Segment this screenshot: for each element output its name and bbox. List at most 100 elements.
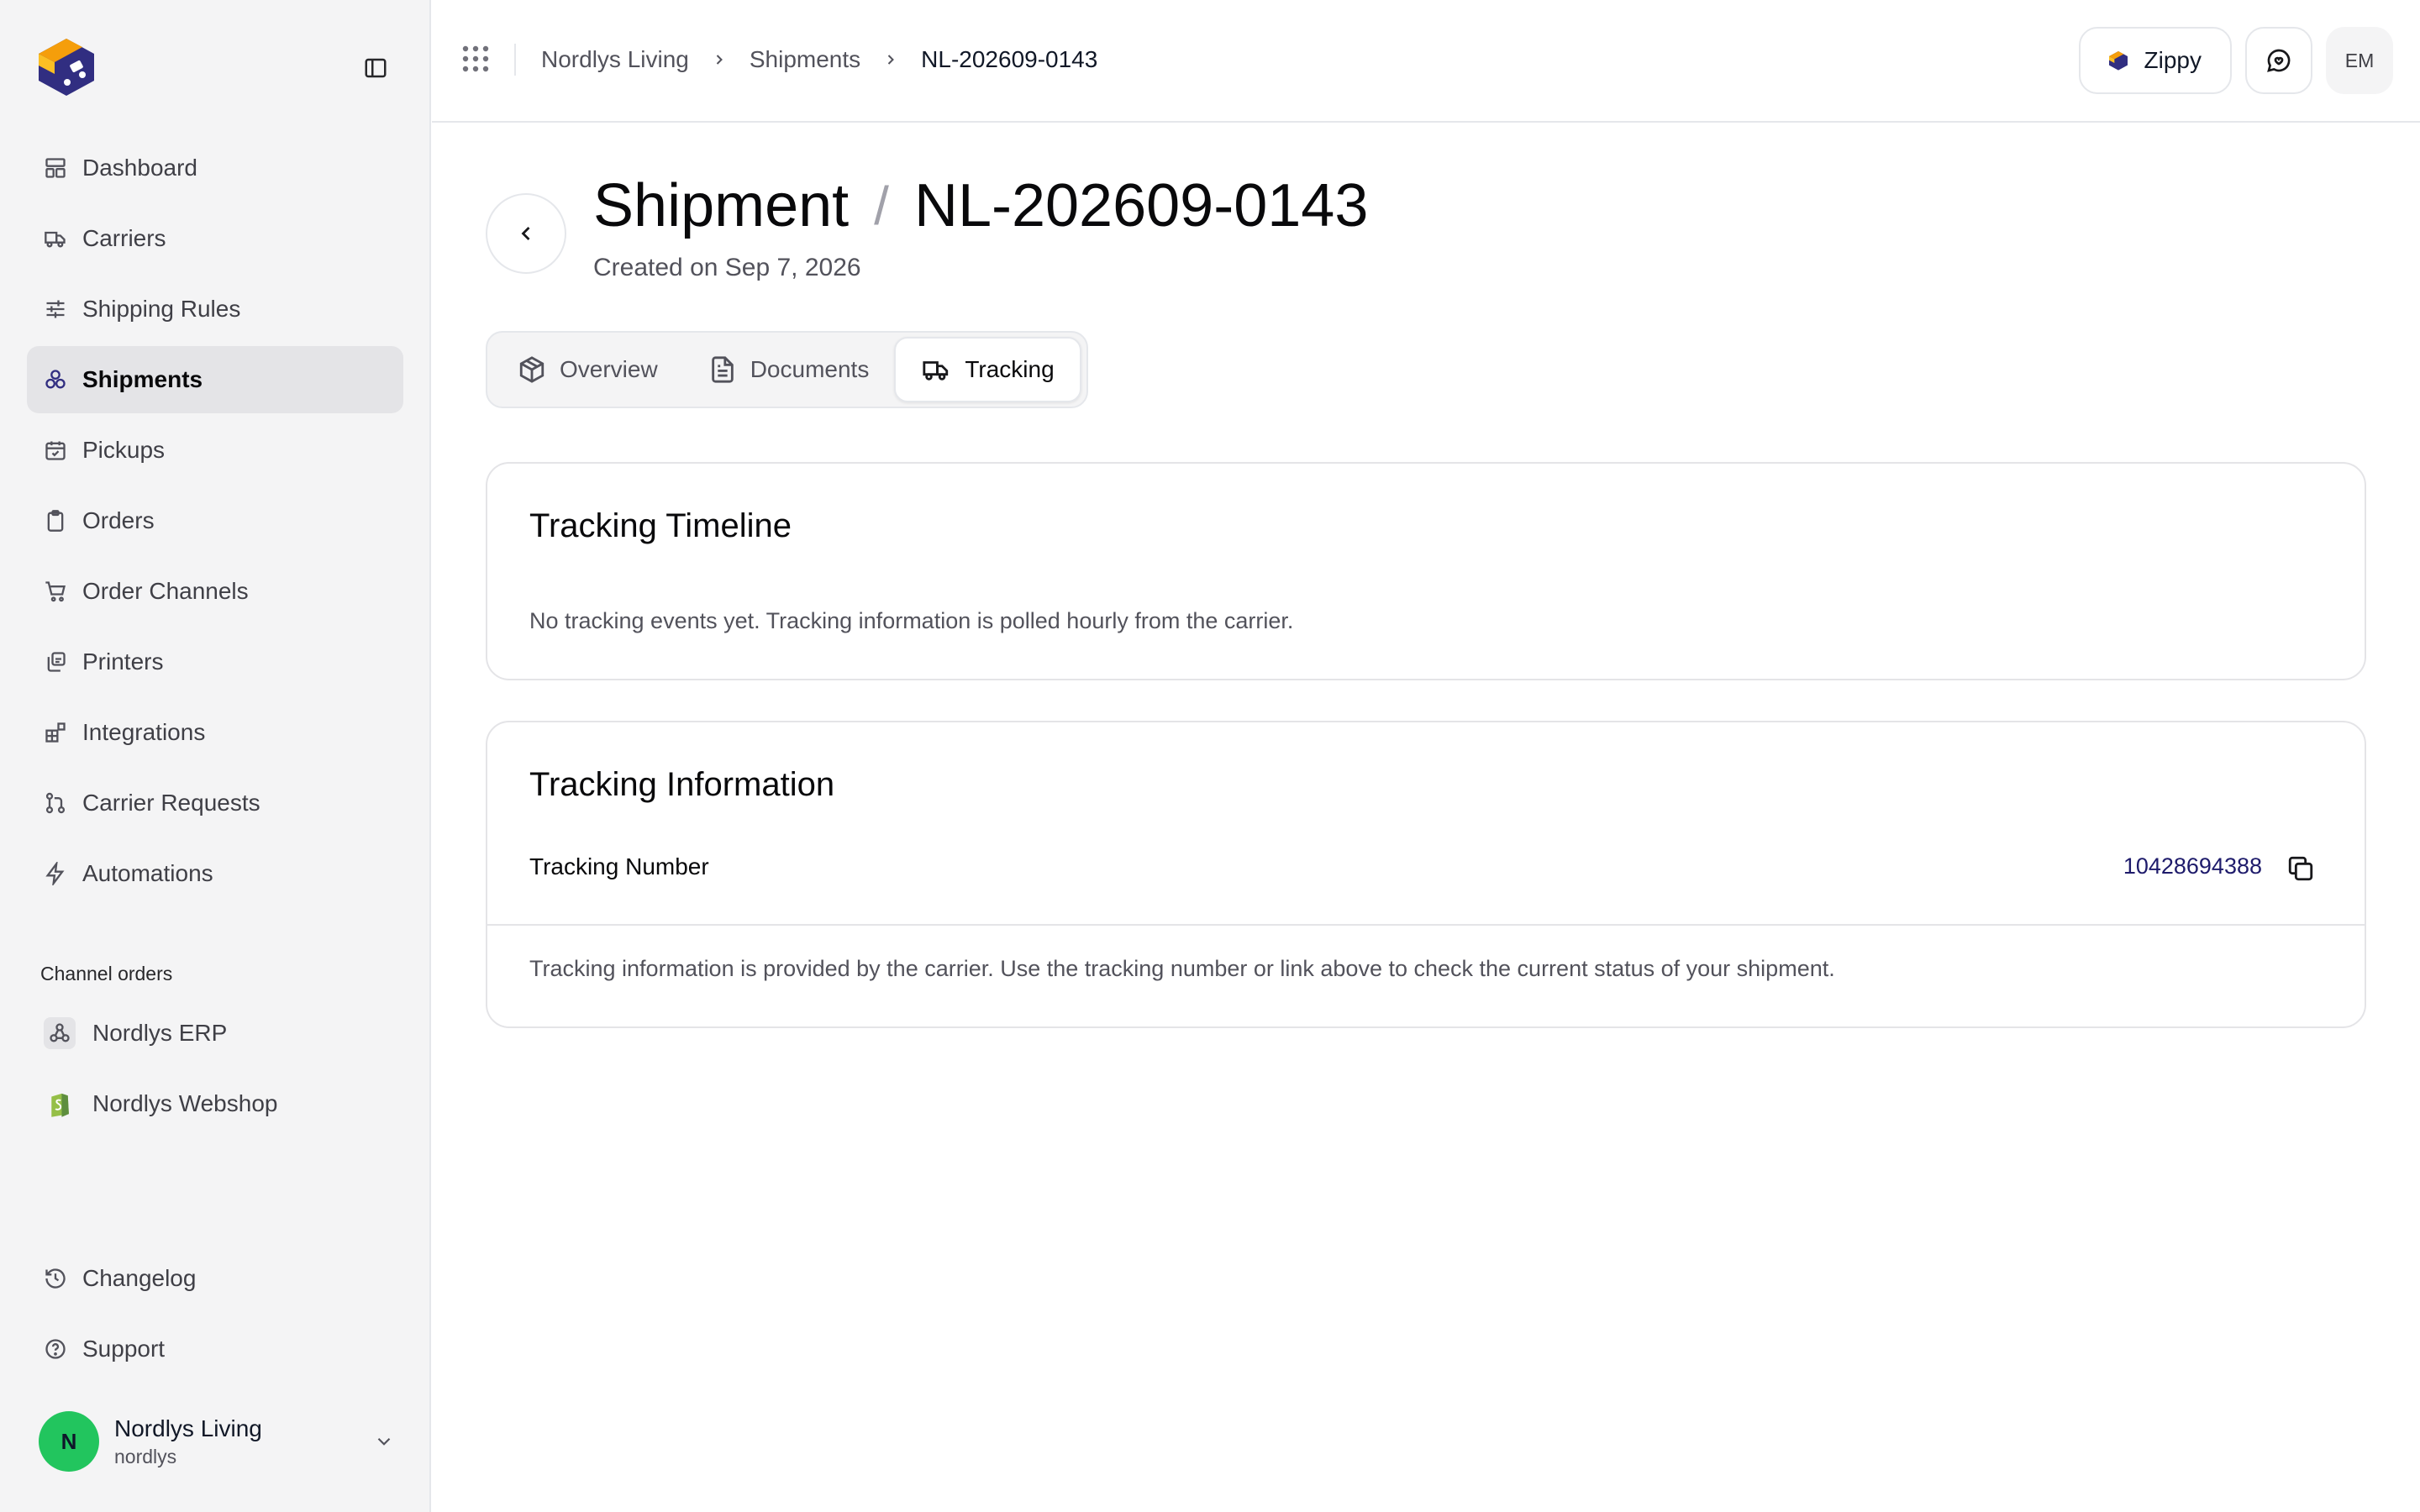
page-title-separator: / <box>874 176 889 236</box>
account-avatar: N <box>39 1411 99 1472</box>
sidebar-item-dashboard[interactable]: Dashboard <box>27 134 403 202</box>
webhook-icon <box>44 1017 76 1049</box>
dashboard-icon <box>42 155 69 181</box>
tab-overview[interactable]: Overview <box>492 337 683 402</box>
page-title-shipment-id: NL-202609-0143 <box>913 172 1369 239</box>
tracking-timeline-title: Tracking Timeline <box>529 507 792 544</box>
sidebar: Dashboard Carriers Shipping Rules Shipme… <box>0 0 431 1512</box>
sidebar-item-label: Order Channels <box>82 578 249 604</box>
account-text: Nordlys Living nordlys <box>114 1415 373 1468</box>
tracking-information-card: Tracking Information Tracking Number 104… <box>486 721 2366 1028</box>
sidebar-item-shipping-rules[interactable]: Shipping Rules <box>27 276 403 343</box>
sidebar-item-label: Integrations <box>82 719 206 745</box>
account-name: Nordlys Living <box>114 1415 262 1441</box>
zippy-logo-icon <box>2108 51 2128 71</box>
sidebar-toggle-button[interactable] <box>360 52 392 84</box>
history-icon <box>42 1265 69 1292</box>
tracking-number-value[interactable]: 10428694388 <box>2123 853 2262 879</box>
sidebar-item-label: Pickups <box>82 437 166 463</box>
copy-icon <box>2288 856 2313 881</box>
sidebar-item-pickups[interactable]: Pickups <box>27 417 403 484</box>
chevron-right-icon <box>882 51 899 68</box>
channel-item-nordlys-erp[interactable]: Nordlys ERP <box>27 1000 403 1067</box>
panel-left-icon <box>365 58 387 78</box>
chevron-left-icon <box>521 227 530 240</box>
sidebar-item-order-channels[interactable]: Order Channels <box>27 558 403 625</box>
sidebar-item-changelog[interactable]: Changelog <box>27 1245 403 1312</box>
breadcrumb-org[interactable]: Nordlys Living <box>541 46 689 73</box>
cart-icon <box>42 578 69 605</box>
created-date: Created on Sep 7, 2026 <box>593 254 861 281</box>
calendar-check-icon <box>42 437 69 464</box>
sidebar-item-label: Automations <box>82 860 213 886</box>
user-avatar[interactable]: EM <box>2326 27 2393 94</box>
channel-orders-heading: Channel orders <box>40 963 173 984</box>
sidebar-item-label: Changelog <box>82 1265 197 1291</box>
breadcrumb-current: NL-202609-0143 <box>921 46 1098 72</box>
sidebar-item-automations[interactable]: Automations <box>27 840 403 907</box>
file-text-icon <box>711 356 734 383</box>
main-nav: Dashboard Carriers Shipping Rules Shipme… <box>27 134 403 911</box>
top-bar: Nordlys Living Shipments NL-202609-0143 … <box>432 0 2420 123</box>
sidebar-item-label: Support <box>82 1336 166 1362</box>
tab-label: Tracking <box>965 356 1055 382</box>
channel-item-label: Nordlys Webshop <box>92 1090 278 1116</box>
tab-label: Documents <box>750 356 870 382</box>
sliders-icon <box>42 296 69 323</box>
sidebar-item-orders[interactable]: Orders <box>27 487 403 554</box>
topbar-actions: Zippy EM <box>2078 27 2393 94</box>
sidebar-item-integrations[interactable]: Integrations <box>27 699 403 766</box>
chevron-right-icon <box>711 51 728 68</box>
tab-documents[interactable]: Documents <box>683 337 895 402</box>
sidebar-item-carriers[interactable]: Carriers <box>27 205 403 272</box>
zippy-label: Zippy <box>2144 47 2202 73</box>
apps-grid-icon[interactable] <box>460 44 491 74</box>
account-slug: nordlys <box>114 1445 177 1467</box>
zap-icon <box>42 860 69 887</box>
chevron-down-icon <box>377 1437 391 1446</box>
chat-button[interactable] <box>2245 27 2312 94</box>
tracking-timeline-empty: No tracking events yet. Tracking informa… <box>529 608 1294 633</box>
truck-icon <box>42 225 69 252</box>
message-circle-icon <box>2267 49 2291 72</box>
tab-tracking[interactable]: Tracking <box>894 337 1081 402</box>
app-logo[interactable] <box>29 29 104 104</box>
sidebar-item-support[interactable]: Support <box>27 1315 403 1383</box>
help-circle-icon <box>42 1336 69 1362</box>
channel-item-label: Nordlys ERP <box>92 1020 228 1046</box>
printer-icon <box>42 648 69 675</box>
channel-list: Nordlys ERP Nordlys Webshop <box>27 1000 403 1141</box>
breadcrumb: Nordlys Living Shipments NL-202609-0143 <box>541 44 1097 76</box>
topbar-divider <box>514 44 516 76</box>
tracking-number-label: Tracking Number <box>529 853 709 879</box>
breadcrumb-shipments[interactable]: Shipments <box>750 46 860 73</box>
back-button[interactable] <box>486 193 566 274</box>
tracking-timeline-card: Tracking Timeline No tracking events yet… <box>486 462 2366 680</box>
tab-label: Overview <box>560 356 658 382</box>
shopify-icon <box>44 1088 76 1120</box>
truck-icon <box>923 361 949 381</box>
channel-item-nordlys-webshop[interactable]: Nordlys Webshop <box>27 1070 403 1137</box>
page-title-prefix: Shipment <box>593 172 850 239</box>
sidebar-item-label: Printers <box>82 648 164 675</box>
bottom-nav: Changelog Support <box>27 1245 403 1386</box>
tracking-information-note: Tracking information is provided by the … <box>529 956 1835 981</box>
sidebar-item-carrier-requests[interactable]: Carrier Requests <box>27 769 403 837</box>
account-switcher[interactable]: N Nordlys Living nordlys <box>39 1408 395 1475</box>
sidebar-item-label: Shipments <box>82 366 203 392</box>
sidebar-item-label: Carriers <box>82 225 166 251</box>
tab-list: Overview Documents Tracking <box>486 331 1088 408</box>
sidebar-item-label: Shipping Rules <box>82 296 241 322</box>
sidebar-item-label: Orders <box>82 507 155 533</box>
clipboard-icon <box>42 507 69 534</box>
sidebar-item-shipments[interactable]: Shipments <box>27 346 403 413</box>
copy-button[interactable] <box>2284 852 2317 885</box>
package-icon <box>519 356 544 383</box>
boxes-icon <box>42 366 69 393</box>
page-title: Shipment / NL-202609-0143 <box>593 171 1368 240</box>
sidebar-item-label: Dashboard <box>82 155 197 181</box>
tracking-number-row: Tracking Number 10428694388 <box>487 827 2365 926</box>
sidebar-item-label: Carrier Requests <box>82 790 260 816</box>
sidebar-item-printers[interactable]: Printers <box>27 628 403 696</box>
zippy-button[interactable]: Zippy <box>2078 27 2232 94</box>
